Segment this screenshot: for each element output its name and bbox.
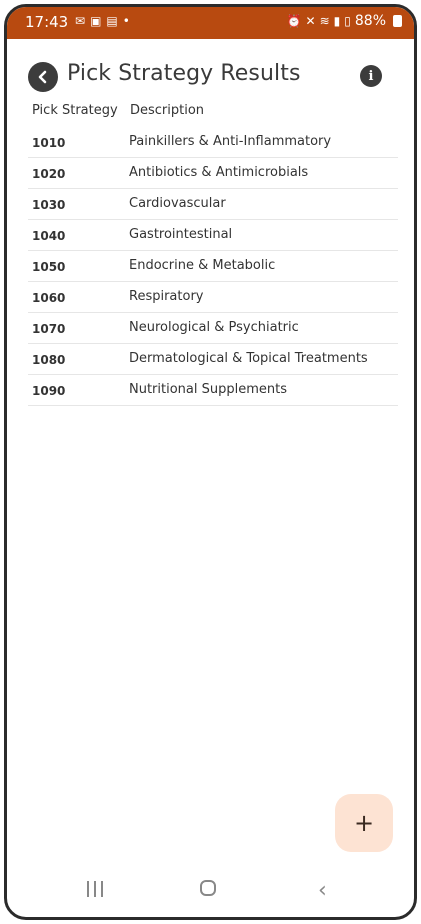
outlook-icon: ▤ [106, 14, 118, 28]
row-description: Cardiovascular [129, 196, 226, 211]
status-right-icons: ⏰ ✕ ≋ ▮ ▯ 88% [287, 13, 402, 29]
row-description: Gastrointestinal [129, 227, 233, 242]
table-row[interactable]: 1010 Painkillers & Anti-Inflammatory [28, 127, 398, 158]
table-header: Pick Strategy Description [28, 99, 398, 127]
chevron-left-icon [38, 70, 47, 84]
mute-icon: ✕ [305, 14, 316, 28]
row-code: 1040 [32, 229, 66, 243]
column-header-description: Description [130, 103, 205, 118]
table-row[interactable]: 1050 Endocrine & Metabolic [28, 251, 398, 282]
row-code: 1010 [32, 136, 66, 150]
signal-icon: ▮ [333, 14, 341, 28]
table-row[interactable]: 1030 Cardiovascular [28, 189, 398, 220]
table-row[interactable]: 1080 Dermatological & Topical Treatments [28, 344, 398, 375]
table-row[interactable]: 1020 Antibiotics & Antimicrobials [28, 158, 398, 189]
row-code: 1090 [32, 384, 66, 398]
recent-apps-button[interactable] [87, 881, 103, 897]
add-button[interactable]: + [335, 794, 393, 852]
battery-icon [393, 15, 402, 27]
phone-frame: 17:43 ✉ ▣ ▤ • ⏰ ✕ ≋ ▮ ▯ 88% Pick Strateg… [4, 4, 417, 920]
system-back-button[interactable]: ‹ [318, 878, 327, 903]
dot-icon: • [122, 14, 130, 28]
volte-icon: ▯ [344, 14, 351, 28]
page-header: Pick Strategy Results i [7, 61, 414, 101]
home-button[interactable] [200, 880, 216, 896]
wifi-icon: ≋ [319, 14, 330, 28]
row-description: Respiratory [129, 289, 204, 304]
notification-icon: ✉ [75, 14, 86, 28]
row-description: Dermatological & Topical Treatments [129, 351, 368, 366]
battery-percent: 88% [354, 13, 386, 29]
row-code: 1020 [32, 167, 66, 181]
row-code: 1060 [32, 291, 66, 305]
row-code: 1050 [32, 260, 66, 274]
row-code: 1070 [32, 322, 66, 336]
row-description: Nutritional Supplements [129, 382, 288, 397]
info-icon[interactable]: i [360, 65, 382, 87]
system-nav-bar: ‹ [7, 867, 414, 917]
row-code: 1080 [32, 353, 66, 367]
status-left-icons: ✉ ▣ ▤ • [75, 14, 130, 28]
table-row[interactable]: 1060 Respiratory [28, 282, 398, 313]
back-button[interactable] [28, 62, 58, 92]
row-description: Antibiotics & Antimicrobials [129, 165, 309, 180]
teams-icon: ▣ [90, 14, 102, 28]
table-row[interactable]: 1090 Nutritional Supplements [28, 375, 398, 406]
row-description: Endocrine & Metabolic [129, 258, 276, 273]
alarm-icon: ⏰ [286, 14, 302, 28]
status-time: 17:43 [25, 13, 69, 31]
row-code: 1030 [32, 198, 66, 212]
column-header-strategy: Pick Strategy [32, 103, 118, 118]
table-row[interactable]: 1040 Gastrointestinal [28, 220, 398, 251]
row-description: Neurological & Psychiatric [129, 320, 299, 335]
status-bar: 17:43 ✉ ▣ ▤ • ⏰ ✕ ≋ ▮ ▯ 88% [7, 7, 414, 39]
plus-icon: + [353, 809, 375, 837]
results-table: Pick Strategy Description 1010 Painkille… [28, 99, 398, 406]
row-description: Painkillers & Anti-Inflammatory [129, 134, 332, 149]
page-title: Pick Strategy Results [67, 61, 301, 86]
table-row[interactable]: 1070 Neurological & Psychiatric [28, 313, 398, 344]
